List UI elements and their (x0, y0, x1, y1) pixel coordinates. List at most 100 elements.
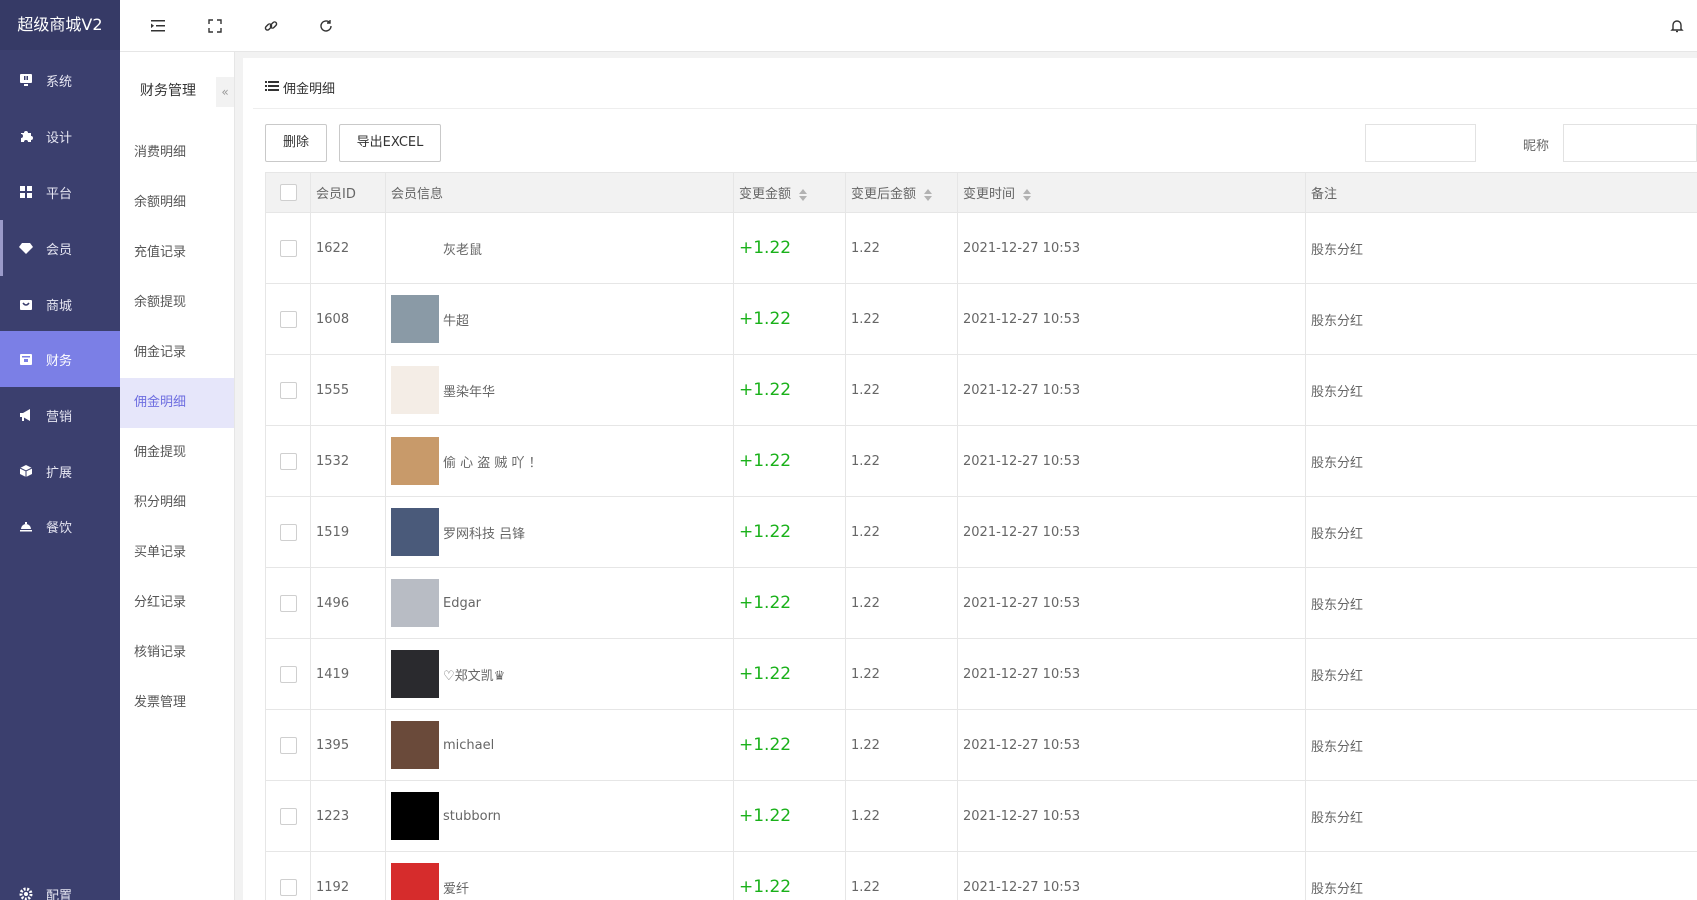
header-change-time[interactable]: 变更时间 (957, 172, 1306, 213)
select-all-checkbox[interactable] (279, 184, 297, 201)
row-select-cell[interactable] (265, 496, 311, 568)
subnav-item-commission-record[interactable]: 佣金记录 (120, 328, 234, 378)
list-icon (265, 80, 279, 96)
nickname-label: 昵称 (1523, 139, 1550, 154)
panel-title: 佣金明细 (283, 82, 336, 97)
nickname-input[interactable] (1563, 124, 1697, 162)
sort-icon[interactable] (799, 188, 808, 201)
subnav-item-points[interactable]: 积分明细 (120, 478, 234, 528)
monitor-icon (18, 72, 34, 88)
grid-icon (18, 184, 34, 200)
row-select-cell[interactable] (265, 638, 311, 710)
nav-item-member[interactable]: 会员 (0, 220, 120, 276)
row-select-cell[interactable] (265, 212, 311, 284)
header-after-amount[interactable]: 变更后金额 (845, 172, 958, 213)
table-row[interactable]: 1622 灰老鼠 +1.22 1.22 2021-12-27 10:53 股东分红 (265, 212, 1697, 284)
row-checkbox[interactable] (279, 381, 297, 399)
brand-logo: 超级商城V2 (0, 0, 120, 50)
row-checkbox[interactable] (279, 736, 297, 754)
divider (253, 108, 1697, 109)
panel-header: 佣金明细 (265, 78, 335, 97)
row-checkbox[interactable] (279, 665, 297, 683)
after-amount-cell: 1.22 (845, 567, 958, 639)
member-id-cell: 1419 (310, 638, 386, 710)
menu-fold-icon[interactable] (149, 17, 167, 35)
row-select-cell[interactable] (265, 709, 311, 781)
table-row[interactable]: 1395 michael +1.22 1.22 2021-12-27 10:53 股东分红 (265, 709, 1697, 781)
subnav-item-consumption[interactable]: 消费明细 (120, 128, 234, 178)
nav-item-system[interactable]: 系统 (0, 52, 120, 108)
subnav-item-balance-withdraw[interactable]: 余额提现 (120, 278, 234, 328)
nav-label: 商城 (46, 298, 73, 314)
refresh-icon[interactable] (317, 17, 335, 35)
row-checkbox[interactable] (279, 523, 297, 541)
subnav-item-dividend[interactable]: 分红记录 (120, 578, 234, 628)
table-row[interactable]: 1532 偷 心 盗 贼 吖 ！ +1.22 1.22 2021-12-27 10:53… (265, 425, 1697, 497)
row-checkbox[interactable] (279, 878, 297, 896)
member-name: 牛超 (443, 313, 470, 329)
row-select-cell[interactable] (265, 567, 311, 639)
change-amount-cell: +1.22 (733, 212, 846, 284)
member-id-cell: 1555 (310, 354, 386, 426)
cube-icon (18, 463, 34, 479)
nav-label: 系统 (46, 74, 73, 90)
bell-icon[interactable] (1668, 17, 1686, 35)
row-checkbox[interactable] (279, 310, 297, 328)
row-select-cell[interactable] (265, 851, 311, 900)
member-id-input[interactable] (1365, 124, 1476, 162)
subnav-item-invoice[interactable]: 发票管理 (120, 678, 234, 728)
subnav-item-commission-detail[interactable]: 佣金明细 (120, 378, 234, 428)
remark-cell: 股东分红 (1305, 425, 1697, 497)
table-row[interactable]: 1419 ♡郑文凯♛ +1.22 1.22 2021-12-27 10:53 股东分红 (265, 638, 1697, 710)
row-checkbox[interactable] (279, 239, 297, 257)
nav-item-extension[interactable]: 扩展 (0, 443, 120, 499)
member-id-cell: 1496 (310, 567, 386, 639)
nav-label: 扩展 (46, 465, 73, 481)
collapse-button[interactable]: « (216, 77, 234, 107)
nav-item-platform[interactable]: 平台 (0, 164, 120, 220)
avatar (391, 863, 439, 900)
row-select-cell[interactable] (265, 780, 311, 852)
table-row[interactable]: 1519 罗网科技 吕锋 +1.22 1.22 2021-12-27 10:53 股东分红 (265, 496, 1697, 568)
select-all-cell[interactable] (265, 172, 311, 213)
subnav-item-commission-withdraw[interactable]: 佣金提现 (120, 428, 234, 478)
row-checkbox[interactable] (279, 594, 297, 612)
nav-item-marketing[interactable]: 营销 (0, 387, 120, 443)
nav-item-finance[interactable]: 财务 (0, 331, 120, 387)
row-select-cell[interactable] (265, 425, 311, 497)
nav-item-design[interactable]: 设计 (0, 108, 120, 164)
table-row[interactable]: 1608 牛超 +1.22 1.22 2021-12-27 10:53 股东分红 (265, 283, 1697, 355)
sort-icon[interactable] (1023, 188, 1032, 201)
header-change-amount[interactable]: 变更金额 (733, 172, 846, 213)
change-amount-cell: +1.22 (733, 283, 846, 355)
nav-label: 财务 (46, 353, 73, 369)
table-row[interactable]: 1555 墨染年华 +1.22 1.22 2021-12-27 10:53 股东分红 (265, 354, 1697, 426)
subnav-item-verification[interactable]: 核销记录 (120, 628, 234, 678)
link-icon[interactable] (262, 17, 280, 35)
row-checkbox[interactable] (279, 452, 297, 470)
subnav-item-payment[interactable]: 买单记录 (120, 528, 234, 578)
row-select-cell[interactable] (265, 354, 311, 426)
change-amount-cell: +1.22 (733, 638, 846, 710)
puzzle-icon (18, 128, 34, 144)
fullscreen-icon[interactable] (206, 17, 224, 35)
remark-cell: 股东分红 (1305, 567, 1697, 639)
export-excel-button[interactable]: 导出EXCEL (339, 124, 441, 162)
table-header-row: 会员ID 会员信息 变更金额 变更后金额 变更时间 备注 (265, 172, 1697, 213)
row-select-cell[interactable] (265, 283, 311, 355)
table-row[interactable]: 1223 stubborn +1.22 1.22 2021-12-27 10:53 股东分… (265, 780, 1697, 852)
nav-item-config[interactable]: 配置 (0, 866, 120, 900)
delete-button[interactable]: 删除 (265, 124, 327, 162)
subnav-item-recharge[interactable]: 充值记录 (120, 228, 234, 278)
content-panel: 佣金明细 删除 导出EXCEL 会员ID 昵称 会员ID 会员信息 变更金额 变… (243, 58, 1697, 900)
member-id-cell: 1395 (310, 709, 386, 781)
sort-icon[interactable] (924, 188, 933, 201)
nav-item-catering[interactable]: 餐饮 (0, 498, 120, 554)
subnav-item-balance[interactable]: 余额明细 (120, 178, 234, 228)
row-checkbox[interactable] (279, 807, 297, 825)
member-name: ♡郑文凯♛ (443, 668, 506, 684)
change-amount-cell: +1.22 (733, 709, 846, 781)
table-row[interactable]: 1192 爱纤 +1.22 1.22 2021-12-27 10:53 股东分红 (265, 851, 1697, 900)
table-row[interactable]: 1496 Edgar +1.22 1.22 2021-12-27 10:53 股东分红 (265, 567, 1697, 639)
nav-item-mall[interactable]: 商城 (0, 276, 120, 332)
